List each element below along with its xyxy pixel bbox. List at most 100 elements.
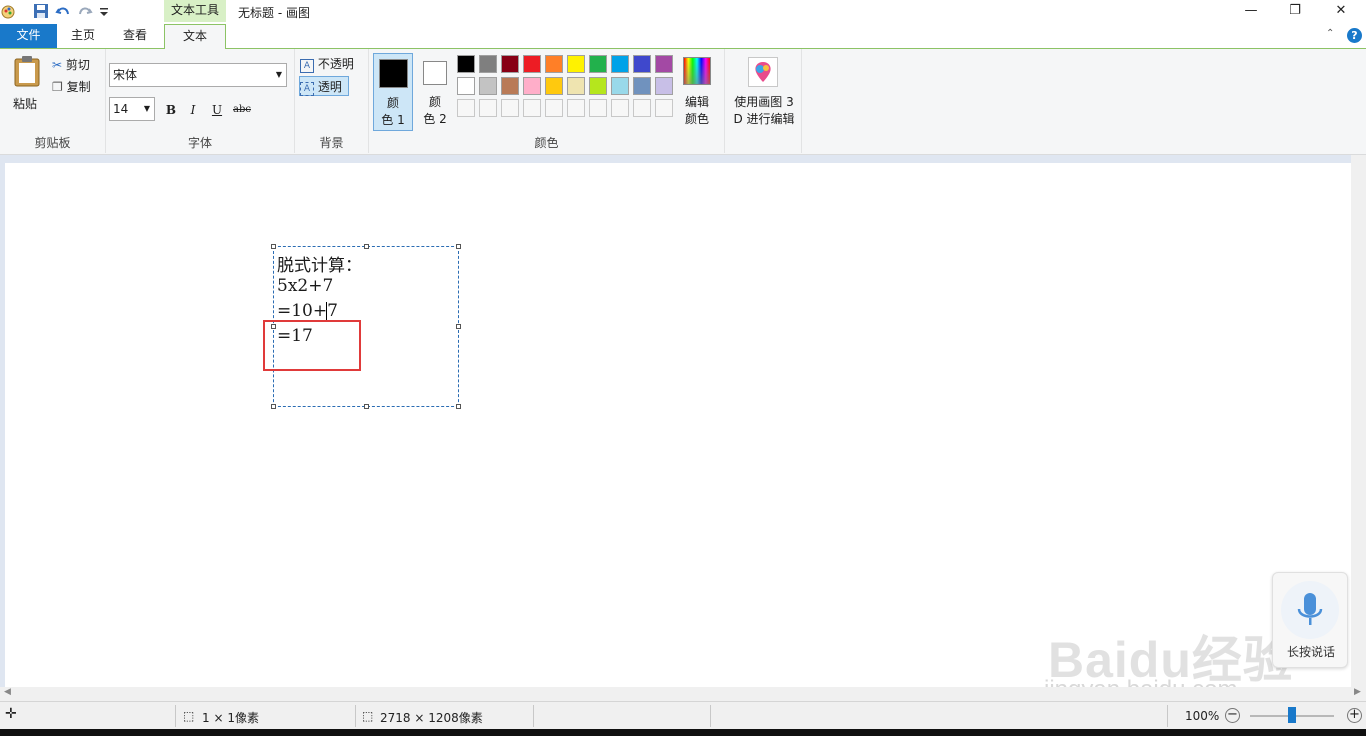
custom-color-slot[interactable] [523, 99, 541, 117]
custom-color-slot[interactable] [501, 99, 519, 117]
color1-label-bottom: 色 1 [381, 113, 405, 127]
custom-color-slot[interactable] [457, 99, 475, 117]
tab-text[interactable]: 文本 [164, 24, 226, 49]
edit-colors-label-bottom: 颜色 [684, 112, 709, 126]
palette-color-swatch[interactable] [479, 55, 497, 73]
colors-group: 颜 色 1 颜 色 2 编辑 颜色 颜色 [369, 49, 725, 153]
strikethrough-button[interactable]: abc [230, 101, 254, 119]
save-icon[interactable] [33, 3, 49, 19]
redo-icon[interactable] [77, 3, 93, 19]
drawing-canvas[interactable] [5, 163, 1351, 687]
window-title: 无标题 - 画图 [238, 6, 310, 20]
voice-input-widget[interactable]: 长按说话 [1272, 572, 1348, 668]
edit-colors-label-top: 编辑 [684, 95, 709, 109]
custom-color-slot[interactable] [479, 99, 497, 117]
canvas-text-line[interactable]: =10+7 [277, 301, 338, 321]
voice-label: 长按说话 [1286, 645, 1335, 659]
palette-color-swatch[interactable] [523, 55, 541, 73]
palette-color-swatch[interactable] [457, 77, 475, 95]
opaque-icon: A [300, 59, 314, 73]
chevron-down-icon: ▼ [275, 70, 282, 79]
palette-color-swatch[interactable] [655, 77, 673, 95]
bold-button[interactable]: B [162, 101, 180, 119]
image-size: 2718 × 1208像素 [380, 711, 483, 725]
zoom-out-button[interactable]: − [1225, 708, 1240, 723]
underline-button[interactable]: U [208, 101, 226, 119]
resize-handle[interactable] [271, 244, 276, 249]
paint-app-icon[interactable] [0, 3, 16, 19]
canvas-text-line[interactable]: 脱式计算： [277, 251, 362, 276]
palette-color-swatch[interactable] [611, 55, 629, 73]
resize-handle[interactable] [456, 404, 461, 409]
collapse-ribbon-icon[interactable]: ⌃ [1326, 28, 1334, 39]
palette-color-swatch[interactable] [457, 55, 475, 73]
color2-button[interactable]: 颜 色 2 [417, 53, 457, 131]
transparent-button[interactable]: A 透明 [299, 76, 349, 96]
font-size-select[interactable]: 14 ▼ [109, 97, 155, 121]
palette-color-swatch[interactable] [611, 77, 629, 95]
scroll-right-icon[interactable]: ▶ [1354, 687, 1361, 697]
palette-color-swatch[interactable] [655, 55, 673, 73]
clipboard-group-label: 剪贴板 [34, 136, 71, 150]
color-spectrum-icon [683, 57, 711, 85]
edit-with-paint3d-button[interactable]: 使用画图 3 D 进行编辑 [728, 55, 800, 127]
resize-handle[interactable] [456, 324, 461, 329]
color1-label-top: 颜 [386, 96, 399, 110]
vertical-scrollbar[interactable] [1351, 155, 1366, 687]
tab-file[interactable]: 文件 [0, 24, 57, 48]
custom-color-slot[interactable] [545, 99, 563, 117]
divider [533, 705, 534, 727]
help-icon[interactable]: ? [1347, 28, 1362, 43]
palette-color-swatch[interactable] [567, 55, 585, 73]
custom-color-slot[interactable] [589, 99, 607, 117]
close-button[interactable]: ✕ [1326, 2, 1356, 20]
paste-button[interactable]: 粘贴 [6, 53, 48, 111]
custom-color-slot[interactable] [567, 99, 585, 117]
zoom-in-button[interactable]: + [1347, 708, 1362, 723]
edit-colors-button[interactable]: 编辑 颜色 [679, 55, 715, 126]
palette-color-swatch[interactable] [589, 77, 607, 95]
palette-color-swatch[interactable] [567, 77, 585, 95]
canvas-text-line[interactable]: 5x2+7 [277, 276, 333, 296]
horizontal-scrollbar[interactable]: ◀ ▶ [0, 687, 1366, 701]
color2-label-bottom: 色 2 [423, 112, 447, 126]
font-family-select[interactable]: 宋体 ▼ [109, 63, 287, 87]
resize-handle[interactable] [271, 404, 276, 409]
cut-button[interactable]: ✂ 剪切 [52, 55, 90, 75]
custom-color-slot[interactable] [655, 99, 673, 117]
opaque-label: 不透明 [317, 57, 354, 71]
undo-icon[interactable] [55, 3, 71, 19]
restore-button[interactable]: ❐ [1280, 2, 1310, 20]
ribbon-tabs: 文件 主页 查看 文本 ⌃ ? [0, 24, 1366, 49]
paint3d-label-bottom: D 进行编辑 [733, 112, 795, 126]
custom-color-slot[interactable] [611, 99, 629, 117]
scroll-left-icon[interactable]: ◀ [4, 687, 11, 697]
zoom-slider-thumb[interactable] [1288, 707, 1296, 723]
font-group-label: 字体 [187, 136, 212, 150]
palette-color-swatch[interactable] [501, 55, 519, 73]
resize-handle[interactable] [456, 244, 461, 249]
palette-color-swatch[interactable] [545, 55, 563, 73]
palette-color-swatch[interactable] [633, 77, 651, 95]
color1-button[interactable]: 颜 色 1 [373, 53, 413, 131]
tab-view[interactable]: 查看 [112, 24, 158, 48]
divider [1167, 705, 1168, 727]
palette-color-swatch[interactable] [633, 55, 651, 73]
highlight-box [263, 320, 361, 371]
tab-home[interactable]: 主页 [60, 24, 106, 48]
opaque-button[interactable]: A 不透明 [300, 54, 362, 74]
minimize-button[interactable]: — [1236, 2, 1266, 20]
palette-color-swatch[interactable] [545, 77, 563, 95]
copy-button[interactable]: ❐ 复制 [52, 77, 91, 97]
customize-toolbar-icon[interactable] [98, 3, 114, 19]
divider [175, 705, 176, 727]
palette-color-swatch[interactable] [589, 55, 607, 73]
palette-color-swatch[interactable] [523, 77, 541, 95]
palette-color-swatch[interactable] [479, 77, 497, 95]
custom-color-slot[interactable] [633, 99, 651, 117]
divider [710, 705, 711, 727]
italic-button[interactable]: I [184, 101, 202, 119]
resize-handle[interactable] [364, 404, 369, 409]
resize-handle[interactable] [364, 244, 369, 249]
palette-color-swatch[interactable] [501, 77, 519, 95]
